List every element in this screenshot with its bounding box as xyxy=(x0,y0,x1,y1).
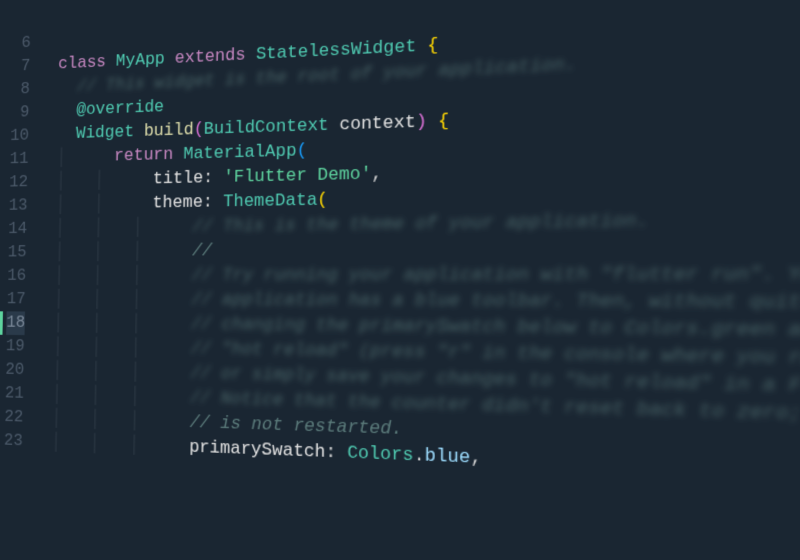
line-number: 8 xyxy=(11,78,30,102)
indent-guide: │ │ │ xyxy=(36,218,172,239)
token-fn: build xyxy=(144,120,194,141)
line-number: 20 xyxy=(5,358,24,382)
line-number: 13 xyxy=(9,194,28,218)
token-prop: theme xyxy=(152,193,202,214)
indent-guide: │ │ │ xyxy=(33,385,170,409)
token-paren1: { xyxy=(438,111,449,132)
token-enum: blue xyxy=(425,446,471,469)
code-editor[interactable]: 67891011121314151617181920212223 class M… xyxy=(4,0,800,488)
indent-guide: │ │ xyxy=(36,194,133,215)
token-cmt: // xyxy=(192,241,213,261)
indent-guide: │ │ │ xyxy=(35,290,172,310)
token-punct: . xyxy=(413,446,424,468)
token-cls: BuildContext xyxy=(204,115,340,140)
line-number: 10 xyxy=(10,124,29,148)
token-paren2: ( xyxy=(194,120,204,140)
line-number: 14 xyxy=(8,218,27,242)
indent-guide: │ │ │ xyxy=(32,408,169,432)
indent-guide: │ │ │ xyxy=(36,242,172,263)
token-punct: , xyxy=(371,164,382,185)
token-paren2: ) xyxy=(416,112,438,134)
token-cmt: // This is the theme of your application… xyxy=(192,211,649,237)
token-punct: : xyxy=(203,168,224,189)
token-ann: @override xyxy=(76,98,164,121)
indent-guide xyxy=(38,102,57,122)
line-number: 19 xyxy=(6,335,25,359)
indent-guide xyxy=(38,125,57,145)
line-number: 11 xyxy=(10,148,29,172)
line-number: 6 xyxy=(12,32,31,56)
line-number: 15 xyxy=(8,241,27,265)
token-paren1: ( xyxy=(317,190,328,211)
token-var: context xyxy=(339,113,416,136)
indent-guide: │ │ │ xyxy=(32,432,169,457)
token-cls: ThemeData xyxy=(223,191,317,213)
indent-guide: │ │ │ xyxy=(34,314,171,335)
token-kw: return xyxy=(114,145,184,167)
token-cls: MyApp xyxy=(116,49,175,72)
token-kw: extends xyxy=(175,45,256,69)
line-number: 12 xyxy=(9,171,28,195)
indent-guide: │ │ │ xyxy=(33,361,170,384)
token-punct: , xyxy=(470,448,482,470)
indent-guide: │ xyxy=(37,148,94,169)
code-line[interactable]: │ │ │ // Try running your application wi… xyxy=(35,261,800,290)
token-cmt: // Try running your application with "fl… xyxy=(191,264,800,288)
token-str: 'Flutter Demo' xyxy=(223,164,371,188)
indent-guide: │ │ │ xyxy=(34,337,171,359)
token-prop: title xyxy=(153,169,203,190)
token-cls: Colors xyxy=(347,443,414,467)
indent-guide: │ │ │ xyxy=(35,266,172,286)
line-number: 18 xyxy=(6,311,25,335)
code-area[interactable]: class MyApp extends StatelessWidget { //… xyxy=(32,0,800,494)
token-cls: Widget xyxy=(76,122,144,144)
token-paren3: ( xyxy=(296,141,307,162)
token-punct: : xyxy=(203,192,224,212)
line-number: 16 xyxy=(7,264,26,287)
line-number: 21 xyxy=(5,382,24,406)
indent-guide: │ │ xyxy=(37,170,133,192)
line-number: 22 xyxy=(4,405,23,429)
line-number: 9 xyxy=(10,101,29,125)
token-punct: : xyxy=(325,442,347,464)
token-cls: MaterialApp xyxy=(183,142,296,165)
token-kw: class xyxy=(58,52,116,74)
token-paren1: { xyxy=(427,36,438,57)
indent-guide xyxy=(39,79,58,99)
line-number: 7 xyxy=(11,55,30,79)
token-prop: primarySwatch xyxy=(189,438,326,464)
line-number: 17 xyxy=(7,288,26,312)
line-number: 23 xyxy=(4,429,23,453)
